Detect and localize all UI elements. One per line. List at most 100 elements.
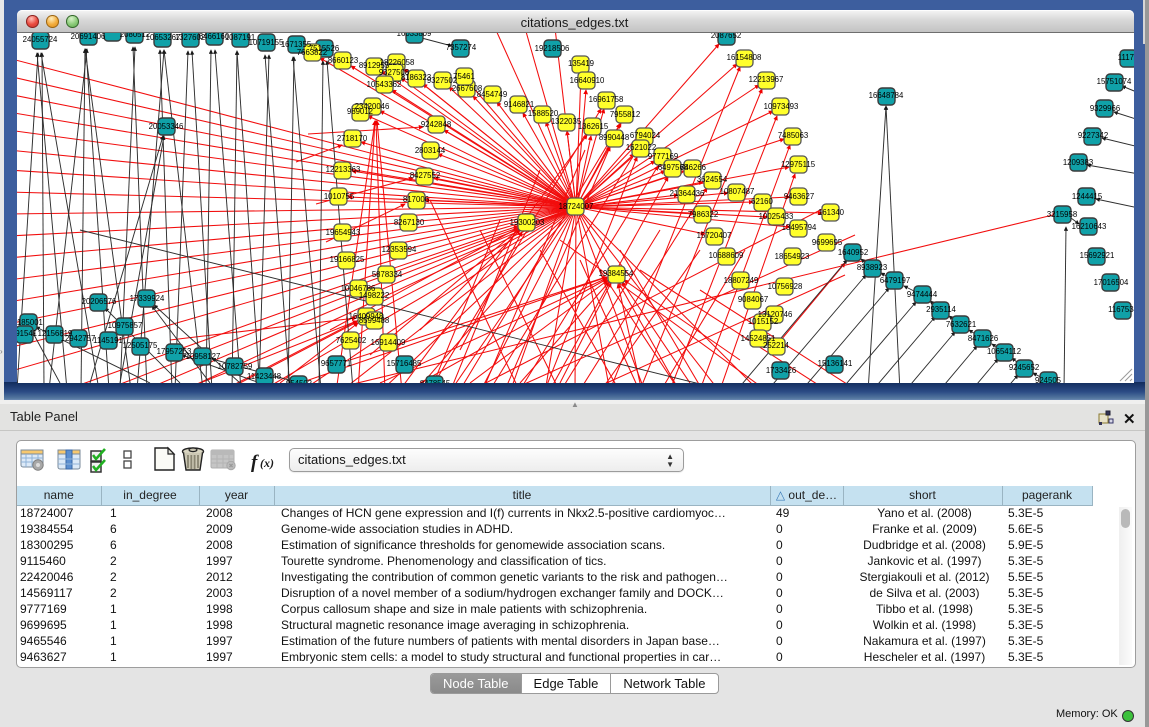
svg-text:16154808: 16154808 bbox=[727, 53, 762, 62]
svg-text:1010755: 1010755 bbox=[324, 192, 355, 201]
svg-text:817006: 817006 bbox=[403, 195, 429, 204]
svg-text:1733426: 1733426 bbox=[766, 366, 796, 375]
svg-text:7357274: 7357274 bbox=[446, 43, 477, 52]
svg-text:746266: 746266 bbox=[680, 163, 706, 172]
svg-text:9245652: 9245652 bbox=[1009, 363, 1039, 372]
svg-text:62160: 62160 bbox=[751, 197, 773, 206]
svg-text:954502: 954502 bbox=[286, 379, 312, 383]
svg-text:16640910: 16640910 bbox=[570, 76, 605, 85]
svg-text:8471626: 8471626 bbox=[968, 334, 998, 343]
svg-text:9699695: 9699695 bbox=[812, 238, 843, 247]
svg-text:989012: 989012 bbox=[347, 107, 373, 116]
svg-text:1185001: 1185001 bbox=[17, 318, 43, 327]
svg-text:161340: 161340 bbox=[818, 208, 845, 217]
svg-text:15692921: 15692921 bbox=[1080, 251, 1115, 260]
svg-text:13495794: 13495794 bbox=[782, 223, 817, 232]
svg-text:1145191: 1145191 bbox=[93, 336, 123, 345]
svg-text:12505175: 12505175 bbox=[123, 341, 158, 350]
svg-text:9474444: 9474444 bbox=[907, 290, 938, 299]
svg-text:19384554: 19384554 bbox=[599, 269, 634, 278]
svg-text:19300203: 19300203 bbox=[510, 218, 545, 227]
svg-text:18724007: 18724007 bbox=[559, 202, 594, 211]
svg-text:5878334: 5878334 bbox=[372, 270, 403, 279]
svg-text:8599488: 8599488 bbox=[359, 316, 389, 325]
svg-text:10756928: 10756928 bbox=[768, 282, 803, 291]
svg-text:10025433: 10025433 bbox=[759, 212, 794, 221]
svg-text:10807487: 10807487 bbox=[720, 187, 755, 196]
svg-text:12213363: 12213363 bbox=[326, 165, 361, 174]
svg-text:135419: 135419 bbox=[568, 59, 594, 68]
svg-text:1621022: 1621022 bbox=[626, 143, 656, 152]
svg-text:9657771: 9657771 bbox=[321, 359, 351, 368]
svg-text:16210643: 16210643 bbox=[1072, 222, 1107, 231]
svg-text:18226058: 18226058 bbox=[380, 58, 415, 67]
svg-text:8478545: 8478545 bbox=[420, 379, 451, 383]
svg-text:1167534: 1167534 bbox=[1108, 305, 1134, 314]
svg-text:16914409: 16914409 bbox=[371, 338, 406, 347]
svg-text:3624554: 3624554 bbox=[697, 175, 728, 184]
svg-text:16033809: 16033809 bbox=[397, 33, 432, 38]
svg-text:6794024: 6794024 bbox=[630, 131, 661, 140]
svg-text:20691406: 20691406 bbox=[71, 33, 106, 41]
svg-text:8938923: 8938923 bbox=[857, 263, 887, 272]
svg-text:10975857: 10975857 bbox=[108, 321, 143, 330]
svg-text:11423448: 11423448 bbox=[247, 372, 281, 381]
svg-text:15136141: 15136141 bbox=[818, 359, 853, 368]
svg-text:10654112: 10654112 bbox=[987, 347, 1021, 356]
svg-text:9084067: 9084067 bbox=[738, 295, 768, 304]
svg-text:17339924: 17339924 bbox=[130, 294, 165, 303]
svg-text:2935114: 2935114 bbox=[926, 305, 956, 314]
svg-text:19218506: 19218506 bbox=[535, 44, 570, 53]
svg-text:252214: 252214 bbox=[763, 341, 790, 350]
svg-text:7485063: 7485063 bbox=[778, 131, 808, 140]
svg-text:2718170: 2718170 bbox=[337, 134, 368, 143]
svg-text:9329966: 9329966 bbox=[1090, 104, 1120, 113]
svg-text:9463627: 9463627 bbox=[784, 192, 814, 201]
svg-text:8990448: 8990448 bbox=[599, 133, 629, 142]
svg-text:9146821: 9146821 bbox=[504, 100, 534, 109]
svg-text:(x): (x) bbox=[260, 456, 274, 470]
svg-text:f: f bbox=[251, 452, 259, 473]
svg-text:21364436: 21364436 bbox=[670, 189, 705, 198]
svg-text:11172: 11172 bbox=[1118, 53, 1134, 62]
svg-text:10719155: 10719155 bbox=[249, 38, 284, 47]
svg-text:8427552: 8427552 bbox=[410, 171, 440, 180]
svg-text:1640952: 1640952 bbox=[838, 248, 868, 257]
svg-text:18807249: 18807249 bbox=[724, 276, 759, 285]
svg-text:12213967: 12213967 bbox=[749, 75, 784, 84]
svg-text:18654923: 18654923 bbox=[775, 252, 810, 261]
svg-text:1015152: 1015152 bbox=[748, 317, 778, 326]
svg-text:3215958: 3215958 bbox=[1047, 210, 1077, 219]
svg-text:1362615: 1362615 bbox=[578, 122, 609, 131]
svg-text:7632621: 7632621 bbox=[946, 320, 976, 329]
svg-text:9242848: 9242848 bbox=[421, 120, 451, 129]
svg-text:75461: 75461 bbox=[453, 72, 475, 81]
svg-text:10958127: 10958127 bbox=[186, 352, 221, 361]
svg-text:15751074: 15751074 bbox=[1097, 77, 1132, 86]
svg-text:924505: 924505 bbox=[1035, 376, 1062, 383]
svg-text:8267130: 8267130 bbox=[394, 218, 425, 227]
svg-text:1498222: 1498222 bbox=[359, 291, 389, 300]
svg-text:7625402: 7625402 bbox=[336, 336, 366, 345]
svg-text:7663822: 7663822 bbox=[297, 48, 327, 57]
svg-text:20206576: 20206576 bbox=[82, 297, 117, 306]
svg-text:7955812: 7955812 bbox=[610, 110, 640, 119]
svg-text:10688609: 10688609 bbox=[709, 251, 744, 260]
svg-text:12942757: 12942757 bbox=[61, 334, 96, 343]
svg-text:1209383: 1209383 bbox=[1063, 158, 1093, 167]
svg-text:6479197: 6479197 bbox=[880, 276, 910, 285]
svg-text:24055724: 24055724 bbox=[23, 35, 58, 44]
svg-text:8660123: 8660123 bbox=[328, 56, 358, 65]
svg-text:1244415: 1244415 bbox=[1072, 192, 1103, 201]
svg-text:391541: 391541 bbox=[17, 329, 37, 338]
svg-text:15716485: 15716485 bbox=[387, 359, 422, 368]
svg-text:10543362: 10543362 bbox=[367, 80, 402, 89]
svg-text:8454749: 8454749 bbox=[477, 90, 507, 99]
svg-text:12353594: 12353594 bbox=[382, 245, 417, 254]
svg-text:10973493: 10973493 bbox=[764, 102, 799, 111]
svg-text:2803144: 2803144 bbox=[415, 146, 446, 155]
svg-text:9227342: 9227342 bbox=[1078, 131, 1108, 140]
svg-text:7986322: 7986322 bbox=[688, 210, 718, 219]
svg-text:16648784: 16648784 bbox=[869, 91, 904, 100]
svg-text:17016504: 17016504 bbox=[1094, 278, 1129, 287]
